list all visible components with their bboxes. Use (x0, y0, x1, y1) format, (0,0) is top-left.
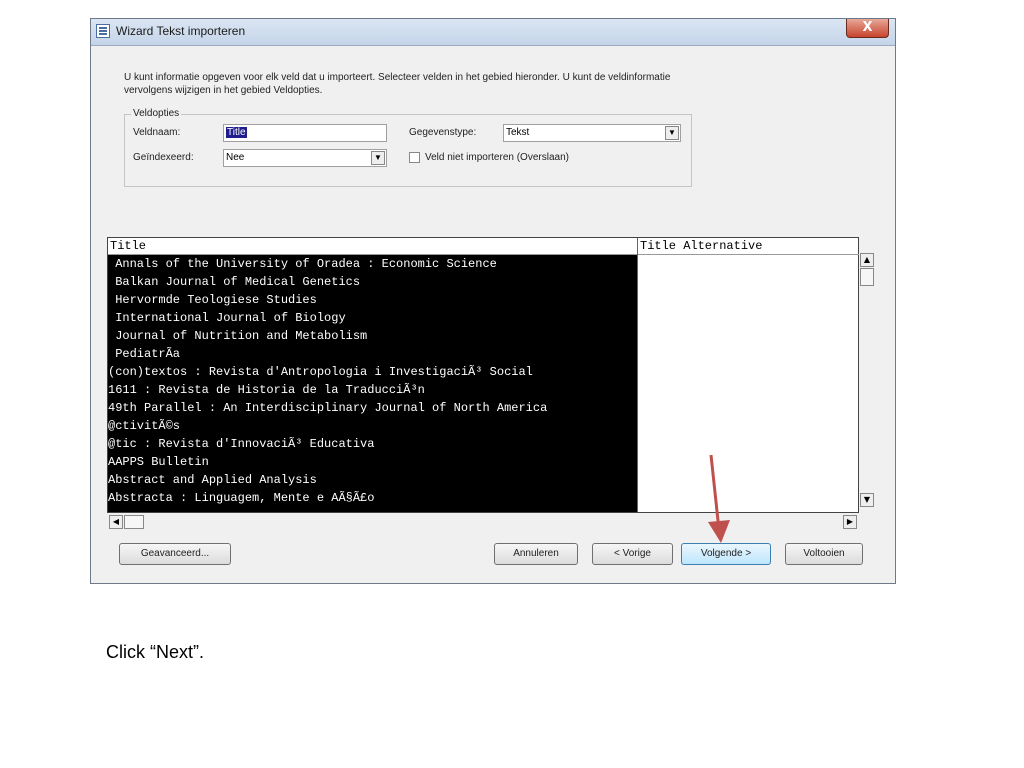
arrow-head-icon (708, 520, 730, 543)
instruction-caption: Click “Next”. (106, 642, 204, 662)
arrow-shaft (709, 454, 721, 531)
